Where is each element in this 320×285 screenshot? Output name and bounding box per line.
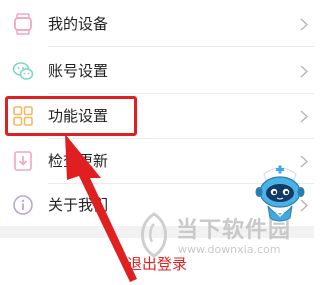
menu-item-function-settings[interactable]: 功能设置 bbox=[0, 94, 314, 139]
menu-item-label: 检查更新 bbox=[48, 152, 109, 170]
chevron-right-icon bbox=[300, 110, 308, 123]
chevron-right-icon bbox=[300, 18, 308, 31]
grid-icon bbox=[13, 106, 33, 126]
wechat-icon bbox=[12, 62, 34, 80]
info-icon bbox=[13, 195, 33, 215]
logout-button[interactable]: 退出登录 bbox=[0, 238, 314, 285]
watch-icon bbox=[14, 13, 32, 35]
robot-mascot-icon bbox=[255, 165, 305, 222]
divider bbox=[48, 46, 314, 47]
menu-item-account-settings[interactable]: 账号设置 bbox=[0, 49, 314, 94]
menu-item-my-device[interactable]: 我的设备 bbox=[0, 2, 314, 47]
menu-item-label: 账号设置 bbox=[48, 62, 109, 80]
chevron-right-icon bbox=[300, 65, 308, 78]
menu-item-label: 关于我们 bbox=[48, 196, 109, 214]
menu-item-label: 功能设置 bbox=[48, 107, 109, 125]
download-icon bbox=[14, 151, 32, 171]
section-gap bbox=[0, 226, 314, 238]
logout-label: 退出登录 bbox=[126, 255, 187, 273]
menu-item-label: 我的设备 bbox=[48, 15, 109, 33]
